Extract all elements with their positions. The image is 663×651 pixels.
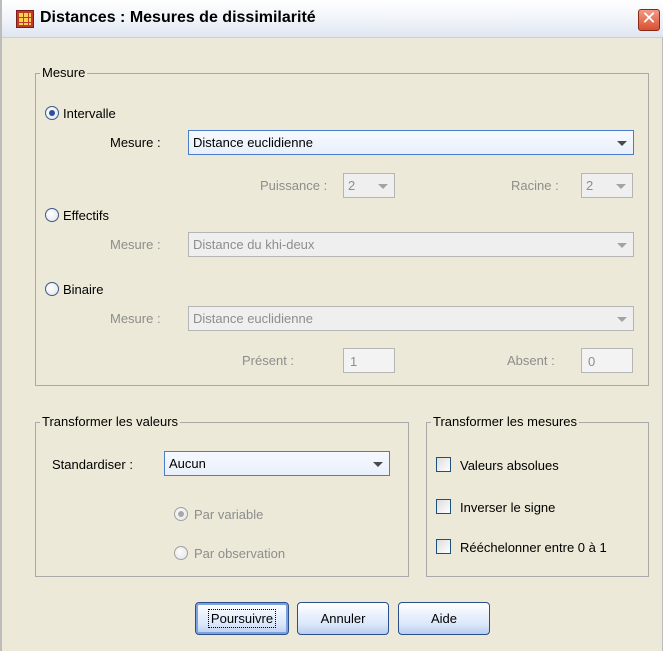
intervalle-label[interactable]: Intervalle [63, 106, 116, 121]
standardize-select[interactable]: Aucun [164, 451, 390, 476]
chevron-down-icon [617, 141, 627, 146]
mesure-legend: Mesure [40, 65, 88, 80]
absolute-values-label[interactable]: Valeurs absolues [460, 458, 559, 473]
close-button[interactable]: ✕ [638, 9, 660, 31]
absent-label: Absent : [507, 353, 555, 368]
binaire-label[interactable]: Binaire [63, 282, 103, 297]
power-select[interactable]: 2 [343, 173, 395, 198]
binaire-measure-value: Distance euclidienne [193, 311, 313, 326]
standardize-label: Standardiser : [52, 457, 133, 472]
rescale-checkbox[interactable] [436, 539, 451, 554]
chevron-down-icon [617, 317, 627, 322]
effectifs-label[interactable]: Effectifs [63, 208, 109, 223]
binaire-radio[interactable] [45, 282, 59, 296]
chevron-down-icon [617, 243, 627, 248]
binaire-measure-select[interactable]: Distance euclidienne [188, 306, 634, 331]
by-variable-label[interactable]: Par variable [194, 507, 263, 522]
absent-value: 0 [588, 354, 596, 369]
continue-label: Poursuivre [207, 609, 277, 628]
title-bar[interactable]: Distances : Mesures de dissimilarité ✕ [2, 0, 663, 38]
chevron-down-icon [373, 462, 383, 467]
by-variable-radio[interactable] [174, 507, 188, 521]
cancel-button[interactable]: Annuler [297, 602, 389, 635]
power-value: 2 [348, 178, 356, 193]
by-case-radio[interactable] [174, 546, 188, 560]
chevron-down-icon [378, 184, 388, 189]
window-title: Distances : Mesures de dissimilarité [40, 9, 316, 26]
reverse-sign-checkbox[interactable] [436, 499, 451, 514]
absolute-values-checkbox[interactable] [436, 457, 451, 472]
intervalle-measure-value: Distance euclidienne [193, 135, 313, 150]
binaire-measure-label: Mesure : [110, 311, 161, 326]
by-case-label[interactable]: Par observation [194, 546, 285, 561]
root-value: 2 [586, 178, 594, 193]
reverse-sign-label[interactable]: Inverser le signe [460, 500, 555, 515]
cancel-label: Annuler [320, 611, 366, 626]
effectifs-measure-value: Distance du khi-deux [193, 237, 315, 252]
help-button[interactable]: Aide [398, 602, 490, 635]
transform-values-legend: Transformer les valeurs [40, 414, 181, 429]
rescale-label[interactable]: Rééchelonner entre 0 à 1 [460, 540, 607, 555]
spss-table-icon [16, 10, 34, 28]
root-select[interactable]: 2 [581, 173, 633, 198]
help-label: Aide [430, 611, 458, 626]
transform-measures-legend: Transformer les mesures [431, 414, 579, 429]
present-label: Présent : [242, 353, 295, 368]
effectifs-measure-select[interactable]: Distance du khi-deux [188, 232, 634, 257]
intervalle-measure-select[interactable]: Distance euclidienne [188, 130, 634, 155]
root-label: Racine : [511, 178, 559, 193]
present-value: 1 [350, 354, 358, 369]
close-icon: ✕ [641, 8, 657, 29]
effectifs-radio[interactable] [45, 208, 59, 222]
intervalle-measure-label: Mesure : [110, 135, 161, 150]
absent-field[interactable]: 0 [581, 348, 633, 373]
chevron-down-icon [616, 184, 626, 189]
power-label: Puissance : [260, 178, 328, 193]
effectifs-measure-label: Mesure : [110, 237, 161, 252]
continue-button[interactable]: Poursuivre [195, 602, 289, 635]
standardize-value: Aucun [169, 456, 206, 471]
present-field[interactable]: 1 [343, 348, 395, 373]
mesure-group: Mesure [35, 65, 649, 386]
intervalle-radio[interactable] [45, 106, 59, 120]
dialog-window: Distances : Mesures de dissimilarité ✕ M… [0, 0, 663, 651]
